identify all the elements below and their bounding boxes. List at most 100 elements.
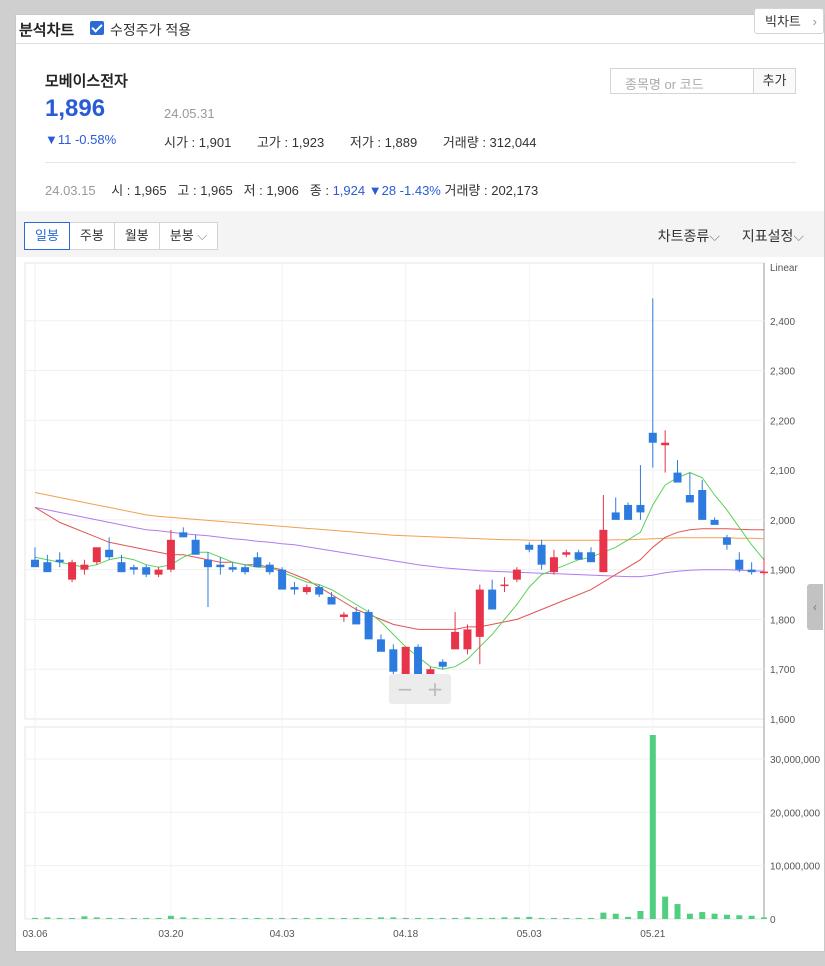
candle-body	[599, 529, 608, 573]
tab-weekly[interactable]: 주봉	[68, 222, 115, 250]
candle-body	[685, 495, 694, 503]
big-chart-button[interactable]: 빅차트 ›	[754, 8, 824, 34]
volume-bar	[143, 917, 150, 919]
volume-bar	[180, 917, 187, 919]
candle-body	[587, 552, 596, 563]
scale-label: Linear	[770, 263, 798, 274]
volume-bar	[538, 917, 545, 919]
volume-bar	[204, 917, 211, 919]
volume-bar	[32, 917, 38, 919]
candle-body	[253, 557, 262, 568]
candle	[414, 644, 423, 680]
candle-body	[154, 569, 163, 575]
volume-bar	[118, 917, 125, 919]
candle-body	[203, 559, 212, 568]
candle-body	[117, 562, 126, 573]
volume-bar	[464, 917, 471, 919]
tab-daily[interactable]: 일봉	[24, 222, 70, 250]
volume-bar	[316, 917, 323, 919]
candle-body	[648, 432, 657, 443]
chart-area[interactable]: 2,400 2,300 2,200 2,100 2,000 1,900 1,800 1,700…	[17, 259, 823, 956]
candle	[624, 502, 633, 520]
volume-bar	[81, 916, 88, 919]
period-tabs: 일봉 주봉 월봉 분봉 ⌵	[24, 222, 219, 250]
prev-close-label: 종 :	[309, 183, 329, 198]
y-tick-label: 2,000	[770, 516, 795, 527]
low-value: 1,889	[384, 135, 418, 150]
volume-bar	[291, 917, 298, 919]
price-date: 24.05.31	[164, 106, 215, 121]
candle-body	[698, 490, 707, 520]
chart-panel: 분석차트 수정주가 적용 빅차트 › 모베이스전자 1,896 24.05.31 …	[15, 8, 825, 952]
volume-bar	[279, 917, 286, 919]
low-label: 저가	[349, 135, 374, 150]
y-tick-label: 1,700	[770, 665, 795, 676]
candle	[68, 559, 77, 583]
volume-bar	[489, 917, 496, 919]
candle	[92, 547, 101, 565]
tab-minute[interactable]: 분봉 ⌵	[158, 222, 219, 250]
volume-bar	[476, 917, 483, 919]
chevron-down-icon: ⌵	[793, 228, 804, 244]
volume-bar	[513, 917, 520, 919]
zoom-in-button[interactable]: +	[427, 677, 444, 701]
volume-bar	[155, 917, 162, 919]
candle-body	[241, 567, 250, 573]
volume-bar	[229, 917, 236, 919]
chart-type-menu[interactable]: 차트종류⌵	[658, 228, 720, 244]
candle-body	[142, 567, 151, 575]
period-tab-bar: 일봉 주봉 월봉 분봉 ⌵ 차트종류⌵ 지표설정⌵	[16, 211, 824, 257]
volume-bar	[748, 915, 755, 919]
volume-bar	[674, 904, 681, 919]
adjusted-price-checkbox[interactable]	[90, 21, 104, 35]
stock-search-input[interactable]: 종목명 or 코드	[610, 68, 754, 94]
volume-bar	[686, 913, 693, 919]
candle-body	[500, 584, 509, 587]
x-tick-label: 05.21	[640, 929, 665, 940]
zoom-out-button[interactable]: −	[397, 677, 414, 701]
divider	[45, 162, 796, 163]
indicator-settings-menu[interactable]: 지표설정⌵	[742, 228, 804, 244]
x-tick-label: 04.03	[270, 929, 295, 940]
candle-body	[166, 539, 175, 570]
candle-body	[389, 649, 398, 672]
prev-change: ▼28 -1.43%	[368, 183, 441, 198]
candle-body	[451, 631, 460, 650]
chart-type-label: 차트종류	[657, 228, 710, 244]
add-stock-button[interactable]: 추가	[754, 68, 796, 94]
volume-bar	[699, 912, 706, 919]
y-tick-label: 1,800	[770, 615, 795, 626]
volume-bar	[44, 917, 51, 919]
volume-bar	[377, 917, 384, 919]
volume-bar	[649, 735, 656, 919]
open-label: 시가	[164, 135, 188, 150]
tab-monthly[interactable]: 월봉	[113, 222, 160, 250]
candle-body	[216, 564, 225, 568]
candle-body	[624, 504, 633, 520]
volume-bar	[723, 914, 730, 919]
candle-body	[327, 597, 336, 605]
volume-bar	[106, 917, 113, 919]
side-panel-handle[interactable]: ‹	[807, 584, 823, 630]
candle-body	[55, 559, 64, 563]
volume-bar	[167, 915, 174, 919]
volume-bar	[328, 917, 335, 919]
price-change: ▼11 -0.58%	[45, 132, 117, 147]
candle-body	[562, 552, 571, 555]
candle-body	[537, 544, 546, 565]
volume-bar	[390, 917, 397, 919]
volume-bar	[526, 916, 533, 919]
candle-body	[43, 562, 52, 573]
candle	[278, 567, 287, 590]
candle-body	[352, 611, 361, 625]
adjusted-price-label[interactable]: 수정주가 적용	[110, 20, 191, 40]
volume-bar	[415, 917, 422, 919]
volume-label: 거래량	[442, 135, 479, 150]
low-stat: 저가 : 1,889	[349, 135, 418, 150]
candle-body	[68, 562, 77, 580]
volume-bar	[637, 911, 644, 919]
candle-body	[339, 614, 348, 617]
big-chart-label: 빅차트	[765, 14, 801, 29]
price-chart[interactable]: 2,400 2,300 2,200 2,100 2,000 1,900 1,800 1,700…	[17, 259, 823, 951]
candle-body	[426, 669, 435, 675]
